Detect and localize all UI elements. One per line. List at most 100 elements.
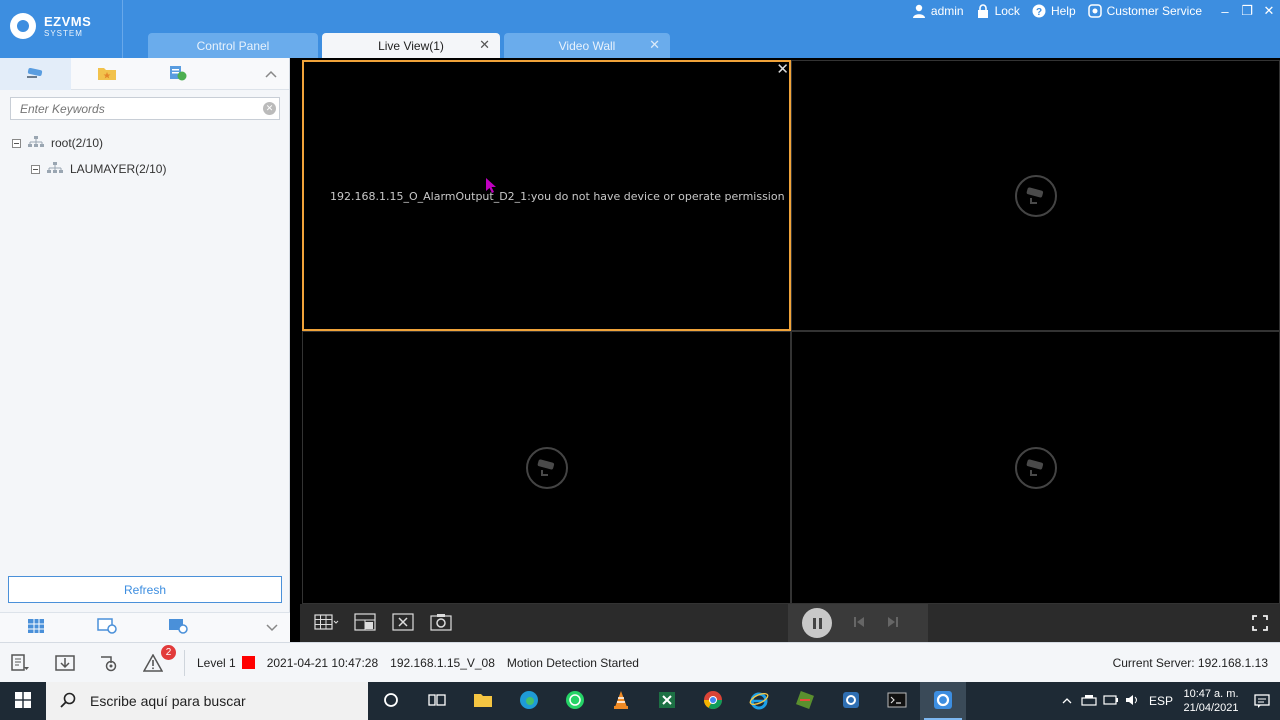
whatsapp-app[interactable]	[552, 682, 598, 720]
mouse-cursor-icon	[486, 178, 498, 197]
excel-app[interactable]	[644, 682, 690, 720]
internet-explorer-app[interactable]	[736, 682, 782, 720]
tab-devices[interactable]	[0, 58, 71, 90]
fullscreen-button[interactable]	[1252, 615, 1268, 634]
winbox-app[interactable]	[782, 682, 828, 720]
taskbar-clock[interactable]: 10:47 a. m. 21/04/2021	[1178, 687, 1244, 715]
view-refresh-icon	[96, 618, 117, 637]
network-icon[interactable]	[1078, 694, 1100, 709]
layout-button[interactable]	[0, 618, 71, 637]
camera-placeholder-icon	[1014, 174, 1057, 217]
battery-icon[interactable]	[1100, 694, 1122, 709]
lock-button[interactable]: Lock	[976, 4, 1020, 18]
clock-time: 10:47 a. m.	[1183, 688, 1239, 700]
help-button[interactable]: ? Help	[1032, 4, 1076, 18]
chevron-down-icon[interactable]	[254, 621, 290, 635]
whatsapp-icon	[565, 690, 585, 713]
restore-button[interactable]: ❐	[1236, 3, 1258, 19]
tab-live-view[interactable]: Live View(1) ✕	[322, 33, 500, 58]
pause-button[interactable]	[802, 608, 832, 638]
panel-tabs	[0, 58, 289, 90]
folder-icon	[473, 692, 493, 711]
video-cell-4[interactable]	[791, 331, 1280, 604]
vlc-app[interactable]	[598, 682, 644, 720]
org-tree-icon	[46, 161, 64, 177]
vlc-cone-icon	[612, 690, 630, 713]
snapshot-button[interactable]	[428, 613, 454, 633]
terminal-app[interactable]	[874, 682, 920, 720]
user-name: admin	[930, 4, 964, 18]
close-icon[interactable]: ✕	[649, 37, 660, 53]
fullscreen-icon	[1252, 615, 1268, 634]
app-logo: EZVMS SYSTEM	[10, 13, 91, 39]
terminal-icon	[887, 692, 907, 711]
save-view-button[interactable]	[352, 612, 378, 633]
tab-favorites[interactable]	[71, 58, 142, 90]
group-refresh-icon	[168, 618, 188, 637]
device-settings-icon[interactable]	[98, 652, 120, 674]
collapse-icon[interactable]	[12, 138, 21, 148]
main-tabs: Control Panel Live View(1) ✕ Video Wall …	[148, 33, 674, 58]
start-button[interactable]	[0, 682, 46, 720]
search-input[interactable]	[20, 101, 260, 116]
taskbar-search[interactable]: Escribe aquí para buscar	[46, 682, 368, 720]
camera-placeholder-icon	[1014, 446, 1057, 489]
winbox-icon	[795, 690, 815, 713]
video-cell-3[interactable]	[302, 331, 791, 604]
tab-video-wall[interactable]: Video Wall ✕	[504, 33, 670, 58]
view-refresh-button[interactable]	[71, 618, 142, 637]
download-icon[interactable]	[54, 652, 76, 674]
chrome-app[interactable]	[690, 682, 736, 720]
user-menu[interactable]: admin	[912, 4, 964, 18]
refresh-button[interactable]: Refresh	[8, 576, 282, 603]
group-refresh-button[interactable]	[142, 618, 213, 637]
cortana-icon	[383, 692, 399, 711]
file-explorer-app[interactable]	[460, 682, 506, 720]
next-icon[interactable]	[886, 615, 900, 632]
ezvms-icon	[933, 690, 953, 713]
brand-title: EZVMS	[44, 13, 92, 29]
lock-icon	[976, 4, 990, 18]
event-description: Motion Detection Started	[506, 655, 639, 670]
task-view-button[interactable]	[414, 682, 460, 720]
tree-node-root[interactable]: root(2/10)	[12, 130, 166, 156]
close-icon[interactable]: ✕	[776, 60, 789, 78]
settings-app[interactable]	[828, 682, 874, 720]
event-log-icon[interactable]	[10, 652, 32, 674]
collapse-icon[interactable]	[31, 164, 40, 174]
alarm-warning-icon[interactable]: 2	[142, 644, 176, 674]
live-view-grid: 192.168.1.15_O_AlarmOutput_D2_1:you do n…	[302, 60, 1280, 604]
panel-bottom-toolbar	[0, 612, 290, 642]
customer-service-button[interactable]: Customer Service	[1087, 4, 1202, 18]
keyword-search[interactable]: ✕	[10, 97, 280, 120]
ezvms-app[interactable]	[920, 682, 966, 720]
previous-icon[interactable]	[852, 615, 866, 632]
notification-icon[interactable]	[1244, 694, 1280, 708]
logo-icon	[10, 13, 36, 39]
tree-node-laumayer[interactable]: LAUMAYER(2/10)	[31, 156, 166, 182]
close-window-button[interactable]: ✕	[1258, 3, 1280, 19]
video-cell-1[interactable]: 192.168.1.15_O_AlarmOutput_D2_1:you do n…	[302, 60, 791, 331]
close-icon[interactable]: ✕	[479, 37, 490, 53]
windows-logo-icon	[15, 691, 31, 711]
split-screen-button[interactable]	[314, 613, 340, 633]
collapse-up-icon[interactable]	[253, 58, 289, 89]
input-language[interactable]: ESP	[1144, 694, 1178, 708]
cortana-button[interactable]	[368, 682, 414, 720]
title-bar: EZVMS SYSTEM Control Panel Live View(1) …	[0, 0, 1280, 58]
tab-schedule[interactable]	[142, 58, 213, 90]
volume-icon[interactable]	[1122, 694, 1144, 709]
chevron-up-icon[interactable]	[1056, 694, 1078, 708]
edge-app[interactable]	[506, 682, 552, 720]
clock-date: 21/04/2021	[1183, 702, 1239, 714]
excel-icon	[657, 690, 677, 713]
tab-label: Video Wall	[558, 38, 616, 53]
tab-control-panel[interactable]: Control Panel	[148, 33, 318, 58]
user-icon	[912, 4, 926, 18]
clear-icon[interactable]: ✕	[263, 102, 276, 115]
minimize-button[interactable]: –	[1214, 4, 1236, 19]
close-all-button[interactable]	[390, 612, 416, 633]
video-cell-2[interactable]	[791, 60, 1280, 331]
internet-explorer-icon	[749, 690, 769, 713]
grid-layout-icon	[314, 613, 340, 633]
